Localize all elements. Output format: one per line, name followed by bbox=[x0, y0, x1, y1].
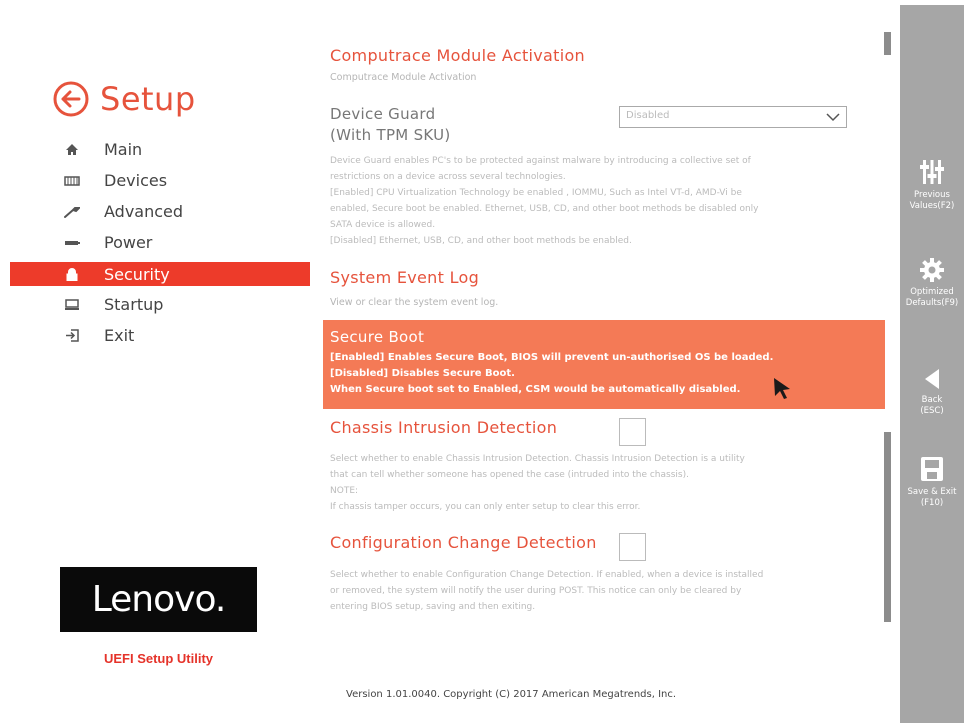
scrollbar-thumb[interactable] bbox=[884, 432, 891, 622]
lenovo-logo: Lenovo. bbox=[60, 567, 257, 632]
home-icon bbox=[62, 140, 82, 160]
setup-heading: Setup bbox=[100, 80, 196, 118]
computrace-item[interactable]: Computrace Module Activation Computrace … bbox=[330, 46, 585, 85]
setup-title: Setup bbox=[52, 80, 196, 118]
computrace-title: Computrace Module Activation bbox=[330, 46, 585, 65]
device-guard-value: Disabled bbox=[626, 110, 670, 121]
chassis-intrusion-title: Chassis Intrusion Detection bbox=[330, 418, 558, 437]
secure-boot-title: Secure Boot bbox=[330, 328, 425, 346]
power-icon bbox=[62, 233, 82, 253]
sidebar-item-label: Devices bbox=[104, 171, 168, 190]
startup-icon bbox=[62, 295, 82, 315]
function-key-panel: Previous Values(F2) Optimized Defaults(F… bbox=[900, 5, 964, 723]
system-event-log-title: System Event Log bbox=[330, 268, 480, 287]
sidebar-item-power[interactable]: Power bbox=[10, 227, 310, 258]
device-guard-desc: Device Guard enables PC's to be protecte… bbox=[330, 156, 759, 246]
scroll-indicator-top[interactable] bbox=[884, 32, 891, 55]
config-change-checkbox[interactable] bbox=[619, 533, 646, 561]
mouse-cursor-icon bbox=[774, 378, 790, 399]
lock-icon bbox=[62, 264, 82, 284]
sidebar-item-security[interactable]: Security bbox=[10, 262, 310, 286]
secure-boot-desc: [Enabled] Enables Secure Boot, BIOS will… bbox=[330, 352, 774, 395]
sidebar-item-exit[interactable]: Exit bbox=[10, 320, 310, 351]
sidebar-item-advanced[interactable]: Advanced bbox=[10, 196, 310, 227]
sidebar-nav: Main Devices Advanced Power Security Sta… bbox=[10, 134, 310, 351]
uefi-setup-utility-label: UEFI Setup Utility bbox=[103, 651, 214, 666]
devices-icon bbox=[62, 171, 82, 191]
back-button[interactable]: Back (ESC) bbox=[900, 367, 964, 417]
device-guard-select[interactable]: Disabled bbox=[619, 106, 847, 128]
previous-values-button[interactable]: Previous Values(F2) bbox=[900, 158, 964, 212]
chassis-intrusion-item[interactable]: Chassis Intrusion Detection bbox=[330, 418, 557, 437]
exit-icon bbox=[62, 326, 82, 346]
chassis-intrusion-desc: Select whether to enable Chassis Intrusi… bbox=[330, 454, 745, 512]
secure-boot-item[interactable]: Secure Boot [Enabled] Enables Secure Boo… bbox=[323, 320, 885, 409]
wrench-icon bbox=[62, 202, 82, 222]
chevron-down-icon bbox=[826, 113, 840, 122]
sidebar-item-label: Startup bbox=[104, 295, 164, 314]
sidebar-item-main[interactable]: Main bbox=[10, 134, 310, 165]
back-arrow-icon bbox=[925, 369, 939, 389]
config-change-title: Configuration Change Detection bbox=[330, 533, 597, 552]
sidebar-item-startup[interactable]: Startup bbox=[10, 289, 310, 320]
config-change-item[interactable]: Configuration Change Detection bbox=[330, 533, 597, 552]
sidebar-item-label: Main bbox=[104, 140, 143, 159]
save-icon bbox=[921, 457, 943, 481]
device-guard-label: Device Guard (With TPM SKU) bbox=[330, 105, 451, 144]
system-event-log-desc: View or clear the system event log. bbox=[330, 297, 499, 308]
version-text: Version 1.01.0040. Copyright (C) 2017 Am… bbox=[346, 689, 677, 700]
sidebar-item-label: Security bbox=[104, 264, 170, 284]
sliders-icon bbox=[920, 160, 944, 184]
system-event-log-item[interactable]: System Event Log View or clear the syste… bbox=[330, 268, 498, 310]
gear-icon bbox=[920, 258, 944, 282]
optimized-defaults-button[interactable]: Optimized Defaults(F9) bbox=[900, 257, 964, 309]
save-exit-button[interactable]: Save & Exit (F10) bbox=[900, 455, 964, 509]
sidebar-item-label: Exit bbox=[104, 326, 135, 345]
computrace-desc: Computrace Module Activation bbox=[330, 72, 477, 83]
config-change-desc: Select whether to enable Configuration C… bbox=[330, 570, 764, 612]
back-circle-icon[interactable] bbox=[52, 80, 90, 118]
sidebar-item-label: Advanced bbox=[104, 202, 184, 221]
sidebar-item-devices[interactable]: Devices bbox=[10, 165, 310, 196]
sidebar-item-label: Power bbox=[104, 233, 153, 252]
chassis-intrusion-checkbox[interactable] bbox=[619, 418, 646, 446]
